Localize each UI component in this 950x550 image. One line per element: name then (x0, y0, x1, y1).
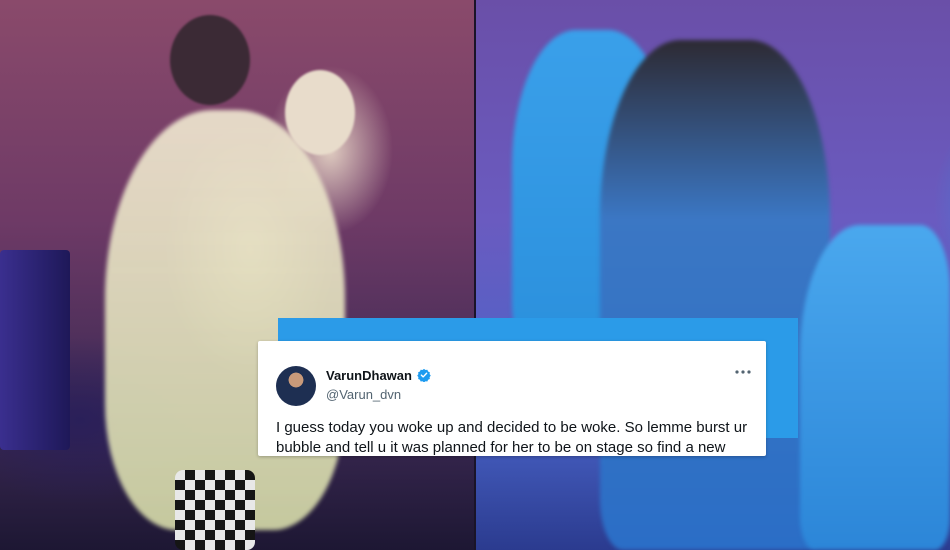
more-options-icon[interactable] (732, 365, 754, 379)
photo-left (0, 0, 474, 550)
tweet-text: I guess today you woke up and decided to… (276, 419, 748, 456)
user-handle[interactable]: @Varun_dvn (326, 387, 401, 402)
stage-lights (0, 250, 70, 450)
performer-cloth (800, 225, 950, 550)
avatar[interactable] (276, 366, 316, 406)
performer-head (285, 70, 355, 155)
performer-man (600, 40, 830, 550)
tweet-card[interactable]: VarunDhawan @Varun_dvn I guess today you… (258, 341, 766, 456)
checkered-shoes (175, 470, 255, 550)
verified-badge-icon (417, 368, 431, 382)
display-name[interactable]: VarunDhawan (326, 368, 412, 383)
performer-head (170, 15, 250, 105)
